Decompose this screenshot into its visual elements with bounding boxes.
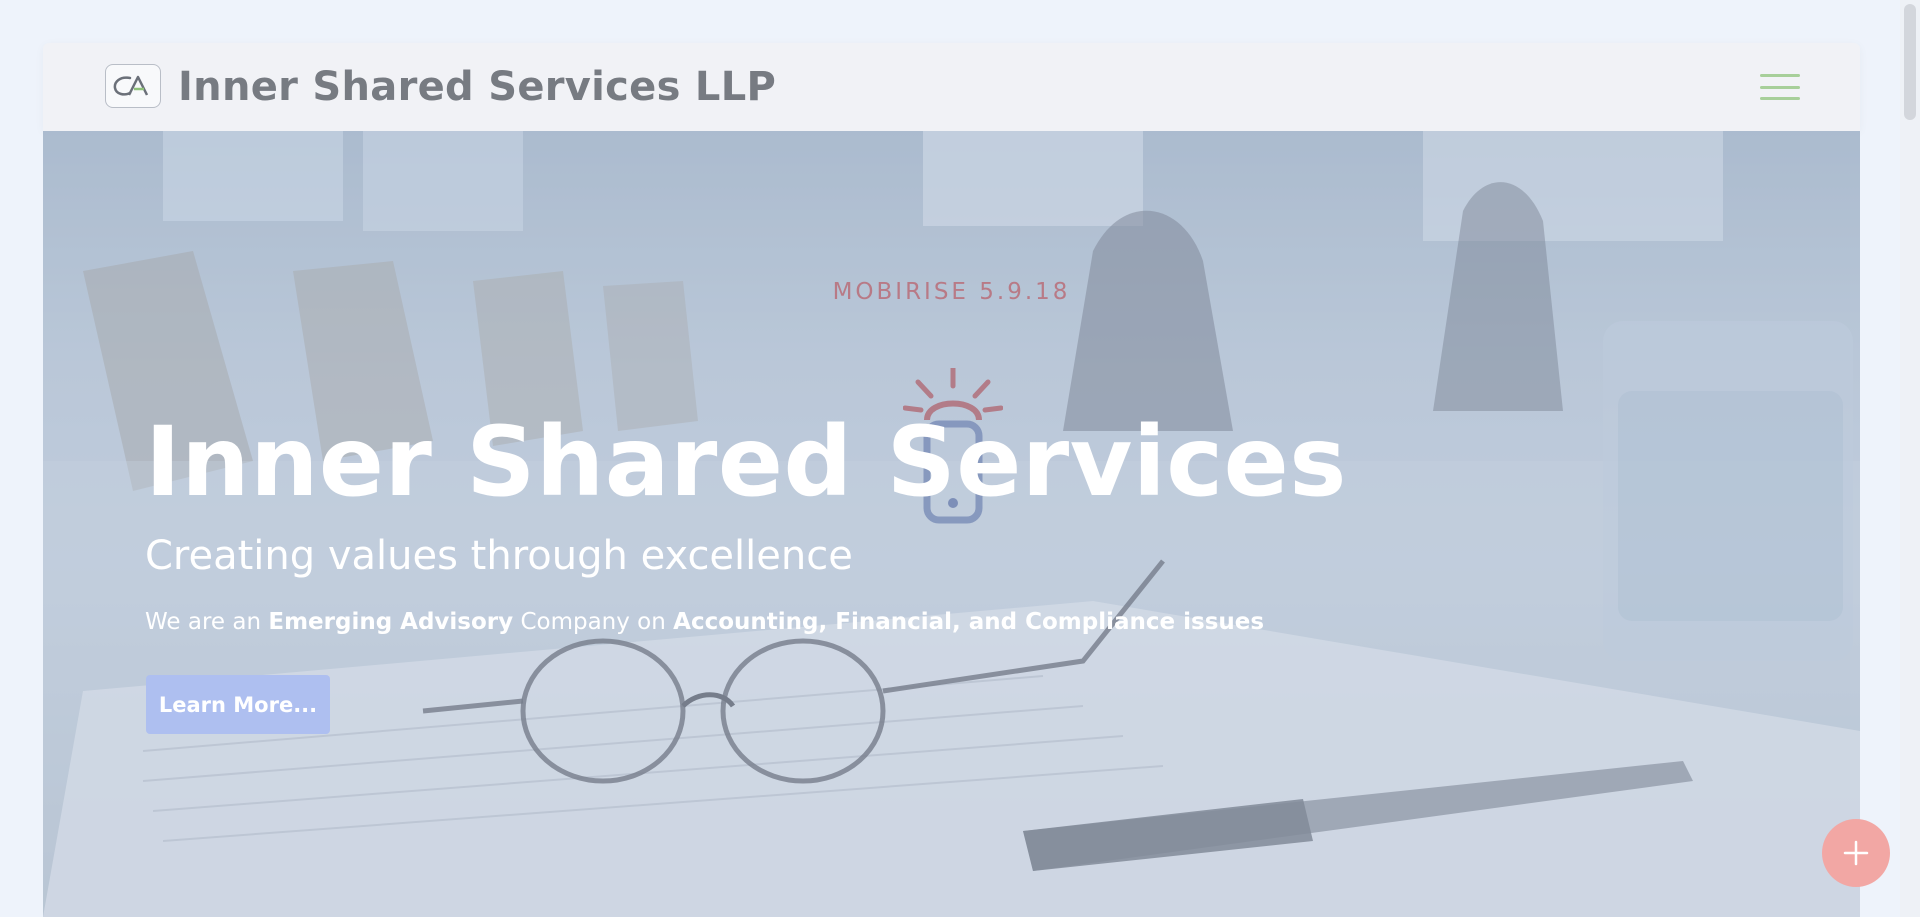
- ca-logo-icon[interactable]: [105, 64, 161, 108]
- hero-text-part: We are an: [145, 609, 269, 635]
- plus-button[interactable]: [1822, 819, 1890, 887]
- hero-text-bold: Emerging Advisory: [268, 609, 514, 635]
- hero-title: Inner Shared Services: [145, 406, 1347, 518]
- brand-name[interactable]: Inner Shared Services LLP: [178, 64, 776, 110]
- hamburger-menu-icon[interactable]: [1760, 72, 1800, 102]
- learn-more-button[interactable]: Learn More...: [146, 675, 330, 734]
- hero-section: MOBIRISE 5.9.18 Inner Shared Services Cr…: [43, 131, 1860, 917]
- plus-icon: [1843, 840, 1869, 866]
- scrollbar-track[interactable]: [1900, 0, 1920, 917]
- hero-text-bold: Accounting, Financial, and Compliance is…: [673, 609, 1265, 635]
- scrollbar-thumb[interactable]: [1904, 4, 1916, 120]
- hero-description: We are an Emerging Advisory Company on A…: [145, 609, 1264, 635]
- hero-text-part: Company on: [513, 609, 674, 635]
- navbar: Inner Shared Services LLP: [43, 43, 1860, 131]
- mobirise-badge[interactable]: MOBIRISE 5.9.18: [43, 279, 1860, 305]
- hero-subtitle: Creating values through excellence: [145, 533, 853, 579]
